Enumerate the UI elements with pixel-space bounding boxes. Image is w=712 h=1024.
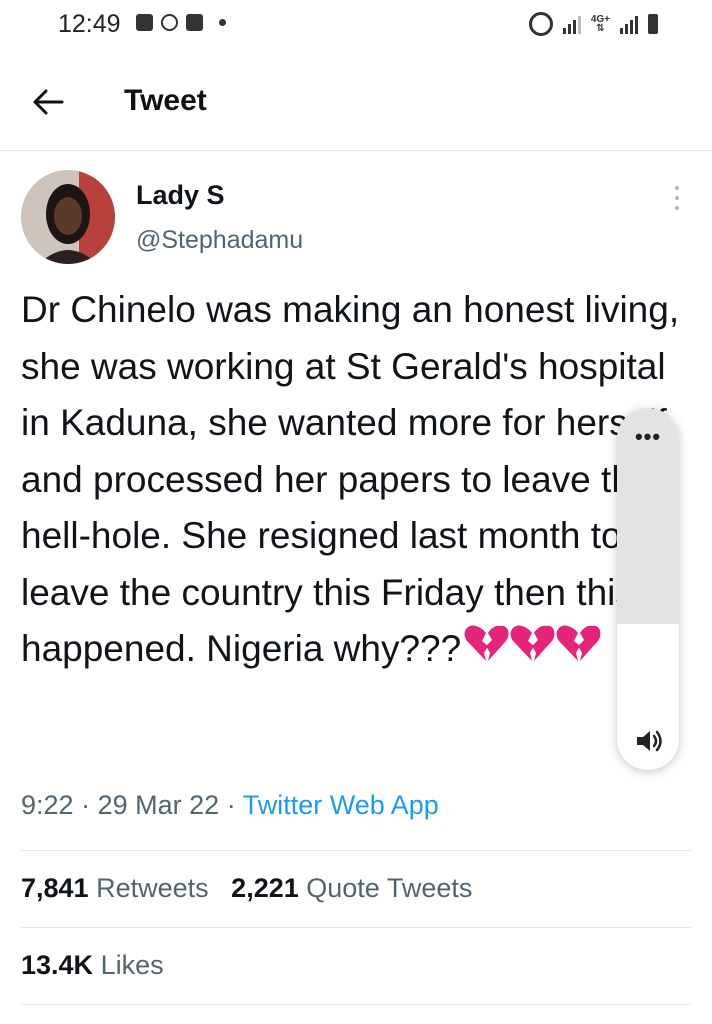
notification-icons bbox=[136, 14, 226, 31]
volume-more-button[interactable]: ••• bbox=[617, 426, 679, 448]
tweet-source-link[interactable]: Twitter Web App bbox=[243, 790, 439, 820]
status-time: 12:49 bbox=[58, 10, 121, 38]
quotes-label: Quote Tweets bbox=[306, 873, 473, 903]
meta-separator: · bbox=[226, 790, 236, 820]
divider bbox=[21, 927, 691, 928]
author-handle[interactable]: @Stephadamu bbox=[136, 226, 303, 255]
top-app-bar: Tweet bbox=[0, 54, 712, 151]
likes-count: 13.4K bbox=[21, 950, 94, 980]
page-title: Tweet bbox=[124, 84, 207, 117]
arrow-left-icon[interactable] bbox=[28, 82, 68, 122]
whatsapp-icon bbox=[161, 14, 178, 31]
divider bbox=[21, 1004, 691, 1005]
retweet-stats: 7,841 Retweets 2,221 Quote Tweets bbox=[21, 873, 472, 904]
author-name[interactable]: Lady S bbox=[136, 180, 225, 211]
network-type-label: 4G+ ⇅ bbox=[590, 14, 610, 34]
status-bar: 12:49 4G+ ⇅ bbox=[0, 0, 712, 54]
dot-icon bbox=[219, 19, 226, 26]
square-notification-icon bbox=[136, 14, 153, 31]
speaker-icon[interactable] bbox=[634, 726, 664, 756]
hotspot-icon bbox=[528, 12, 553, 36]
more-options-icon[interactable] bbox=[672, 186, 682, 210]
system-icons: 4G+ ⇅ bbox=[528, 12, 658, 36]
tweet-meta: 9:22 · 29 Mar 22 · Twitter Web App bbox=[21, 790, 439, 821]
battery-icon bbox=[648, 14, 658, 34]
tweet-body: Dr Chinelo was making an honest living, … bbox=[21, 289, 680, 669]
signal-icon bbox=[620, 14, 638, 34]
signal-icon bbox=[562, 14, 581, 34]
facebook-icon bbox=[186, 14, 203, 31]
tweet-date: 29 Mar 22 bbox=[97, 790, 220, 820]
tweet-time: 9:22 bbox=[21, 790, 74, 820]
quotes-link[interactable]: 2,221 Quote Tweets bbox=[231, 873, 472, 903]
retweets-count: 7,841 bbox=[21, 873, 89, 903]
broken-heart-emojis bbox=[463, 621, 601, 682]
meta-separator: · bbox=[81, 790, 91, 820]
broken-heart-icon bbox=[464, 625, 601, 661]
tweet-text: Dr Chinelo was making an honest living, … bbox=[21, 282, 691, 682]
retweets-label: Retweets bbox=[96, 873, 209, 903]
quotes-count: 2,221 bbox=[231, 873, 299, 903]
avatar[interactable] bbox=[21, 170, 115, 264]
likes-link[interactable]: 13.4K Likes bbox=[21, 950, 164, 980]
likes-label: Likes bbox=[100, 950, 164, 980]
volume-panel[interactable]: ••• bbox=[617, 408, 679, 770]
likes-stats: 13.4K Likes bbox=[21, 950, 164, 981]
divider bbox=[21, 850, 691, 851]
retweets-link[interactable]: 7,841 Retweets bbox=[21, 873, 209, 903]
